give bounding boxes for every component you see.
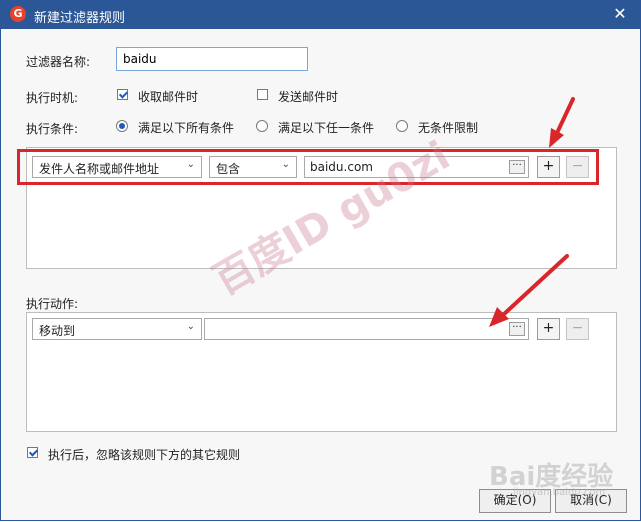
ignore-rules-label: 执行后，忽略该规则下方的其它规则 — [48, 448, 241, 462]
action-type-select[interactable]: 移动到 ⌄ — [32, 318, 202, 340]
action-label: 执行动作: — [26, 297, 79, 311]
no-condition-radio[interactable] — [396, 120, 408, 132]
ok-button[interactable]: 确定(O) — [479, 489, 551, 513]
dialog-title: 新建过滤器规则 — [34, 11, 126, 26]
app-logo-icon: G — [10, 6, 26, 22]
action-type-value: 移动到 — [39, 324, 76, 338]
match-all-radio[interactable] — [116, 120, 128, 132]
remove-action-button[interactable]: − — [566, 318, 589, 340]
add-action-button[interactable]: + — [537, 318, 560, 340]
title-bar: G 新建过滤器规则 ✕ — [1, 1, 640, 29]
filter-name-input[interactable]: baidu — [116, 47, 308, 71]
match-any-radio[interactable] — [256, 120, 268, 132]
close-icon[interactable]: ✕ — [610, 4, 630, 24]
filter-rule-dialog: G 新建过滤器规则 ✕ 过滤器名称: baidu 执行时机: 收取邮件时 发送邮… — [0, 0, 641, 521]
arrow-to-add-button — [549, 97, 575, 148]
send-mail-label: 发送邮件时 — [278, 90, 339, 104]
baidu-jingyan-logo: Bai度经验 — [489, 462, 614, 492]
ignore-rules-checkbox[interactable] — [27, 447, 38, 458]
no-condition-label: 无条件限制 — [418, 121, 479, 135]
action-target-input[interactable]: ··· — [204, 318, 529, 340]
highlight-box — [17, 149, 599, 185]
receive-mail-label: 收取邮件时 — [138, 90, 199, 104]
action-browse-button[interactable]: ··· — [509, 322, 525, 336]
condition-mode-label: 执行条件: — [26, 122, 79, 136]
timing-label: 执行时机: — [26, 91, 79, 105]
cancel-button[interactable]: 取消(C) — [555, 489, 627, 513]
match-all-label: 满足以下所有条件 — [138, 121, 235, 135]
match-any-label: 满足以下任一条件 — [278, 121, 375, 135]
receive-mail-checkbox[interactable] — [117, 89, 128, 100]
chevron-down-icon: ⌄ — [186, 321, 195, 332]
send-mail-checkbox[interactable] — [257, 89, 268, 100]
filter-name-label: 过滤器名称: — [26, 55, 91, 69]
